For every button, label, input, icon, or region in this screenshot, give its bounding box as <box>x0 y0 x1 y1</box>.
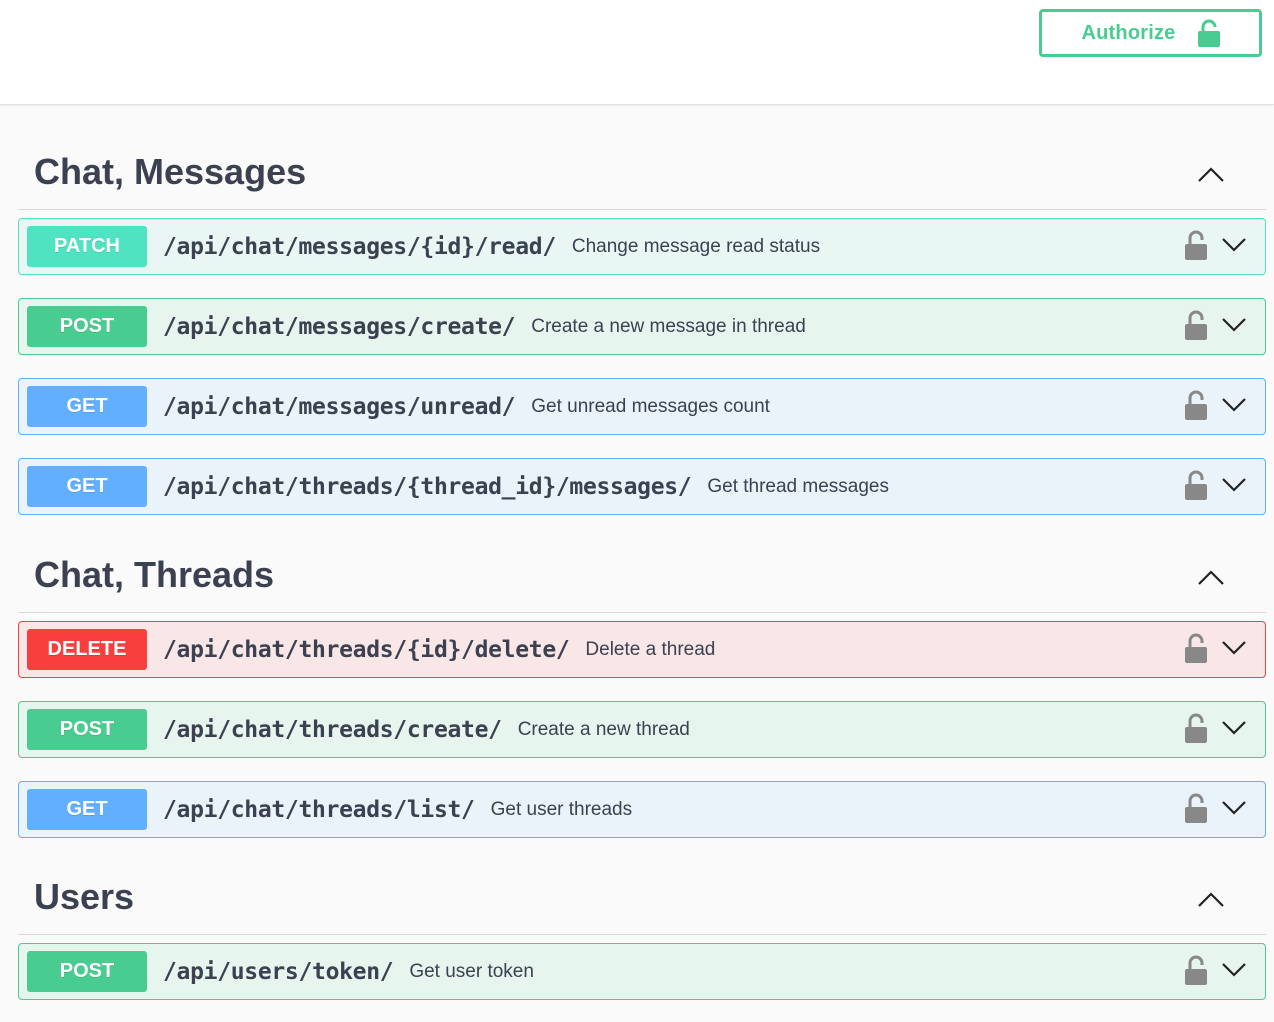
operation-summary: Get user threads <box>490 798 633 820</box>
chevron-down-icon[interactable] <box>1221 799 1247 817</box>
operation-row[interactable]: PATCH/api/chat/messages/{id}/read/Change… <box>18 218 1266 275</box>
operation-summary: Create a new thread <box>517 718 690 740</box>
lock-icon[interactable] <box>1185 633 1207 663</box>
authorize-button[interactable]: Authorize <box>1039 9 1262 57</box>
tag-title: Chat, Messages <box>34 151 307 192</box>
method-badge: GET <box>27 386 147 427</box>
method-badge: GET <box>27 466 147 507</box>
top-bar: Authorize <box>0 0 1274 105</box>
operation-summary: Create a new message in thread <box>531 315 806 337</box>
tag-section-header[interactable]: Chat, Messages <box>18 105 1266 210</box>
method-badge: POST <box>27 306 147 347</box>
operation-row[interactable]: GET/api/chat/threads/list/Get user threa… <box>18 781 1266 838</box>
operation-path: /api/chat/messages/create/ <box>163 313 516 340</box>
operation-summary: Change message read status <box>571 235 821 257</box>
authorize-label: Authorize <box>1081 21 1176 44</box>
operation-path: /api/chat/threads/create/ <box>163 716 502 743</box>
lock-icon[interactable] <box>1185 230 1207 260</box>
chevron-down-icon[interactable] <box>1221 719 1247 737</box>
operation-row[interactable]: POST/api/users/token/Get user token <box>18 943 1266 1000</box>
operation-path: /api/chat/threads/{id}/delete/ <box>163 636 570 663</box>
tag-section: Chat, Messages PATCH/api/chat/messages/{i… <box>18 105 1266 515</box>
method-badge: DELETE <box>27 629 147 670</box>
operation-summary: Get user token <box>409 960 534 982</box>
operation-row[interactable]: POST/api/chat/messages/create/Create a n… <box>18 298 1266 355</box>
operation-row[interactable]: GET/api/chat/threads/{thread_id}/message… <box>18 458 1266 515</box>
lock-icon[interactable] <box>1185 793 1207 823</box>
operations-list: Chat, Messages PATCH/api/chat/messages/{i… <box>18 105 1266 1000</box>
operation-summary: Get unread messages count <box>531 395 770 417</box>
lock-icon[interactable] <box>1185 955 1207 985</box>
chevron-up-icon[interactable] <box>1196 568 1226 588</box>
tag-title: Users <box>34 876 135 917</box>
chevron-down-icon[interactable] <box>1221 396 1247 414</box>
chevron-down-icon[interactable] <box>1221 961 1247 979</box>
chevron-up-icon[interactable] <box>1196 890 1226 910</box>
operation-row[interactable]: POST/api/chat/threads/create/Create a ne… <box>18 701 1266 758</box>
tag-title: Chat, Threads <box>34 554 275 595</box>
operation-path: /api/chat/threads/list/ <box>163 796 475 823</box>
operation-path: /api/chat/messages/{id}/read/ <box>163 233 556 260</box>
lock-icon[interactable] <box>1185 390 1207 420</box>
operation-path: /api/chat/threads/{thread_id}/messages/ <box>163 473 692 500</box>
lock-icon[interactable] <box>1185 713 1207 743</box>
chevron-down-icon[interactable] <box>1221 639 1247 657</box>
operation-summary: Get thread messages <box>707 475 889 497</box>
chevron-down-icon[interactable] <box>1221 476 1247 494</box>
operation-path: /api/users/token/ <box>163 958 394 985</box>
lock-icon <box>1197 19 1220 47</box>
operation-row[interactable]: GET/api/chat/messages/unread/Get unread … <box>18 378 1266 435</box>
method-badge: GET <box>27 789 147 830</box>
lock-icon[interactable] <box>1185 310 1207 340</box>
chevron-down-icon[interactable] <box>1221 316 1247 334</box>
tag-section-header[interactable]: Chat, Threads <box>18 515 1266 613</box>
operation-path: /api/chat/messages/unread/ <box>163 393 516 420</box>
lock-icon[interactable] <box>1185 470 1207 500</box>
operation-row[interactable]: DELETE/api/chat/threads/{id}/delete/Dele… <box>18 621 1266 678</box>
tag-section: Users POST/api/users/token/Get user token <box>18 838 1266 1000</box>
operation-summary: Delete a thread <box>585 638 716 660</box>
tag-section-header[interactable]: Users <box>18 838 1266 935</box>
method-badge: POST <box>27 951 147 992</box>
chevron-down-icon[interactable] <box>1221 236 1247 254</box>
method-badge: POST <box>27 709 147 750</box>
method-badge: PATCH <box>27 226 147 267</box>
chevron-up-icon[interactable] <box>1196 165 1226 185</box>
tag-section: Chat, Threads DELETE/api/chat/threads/{id… <box>18 515 1266 838</box>
